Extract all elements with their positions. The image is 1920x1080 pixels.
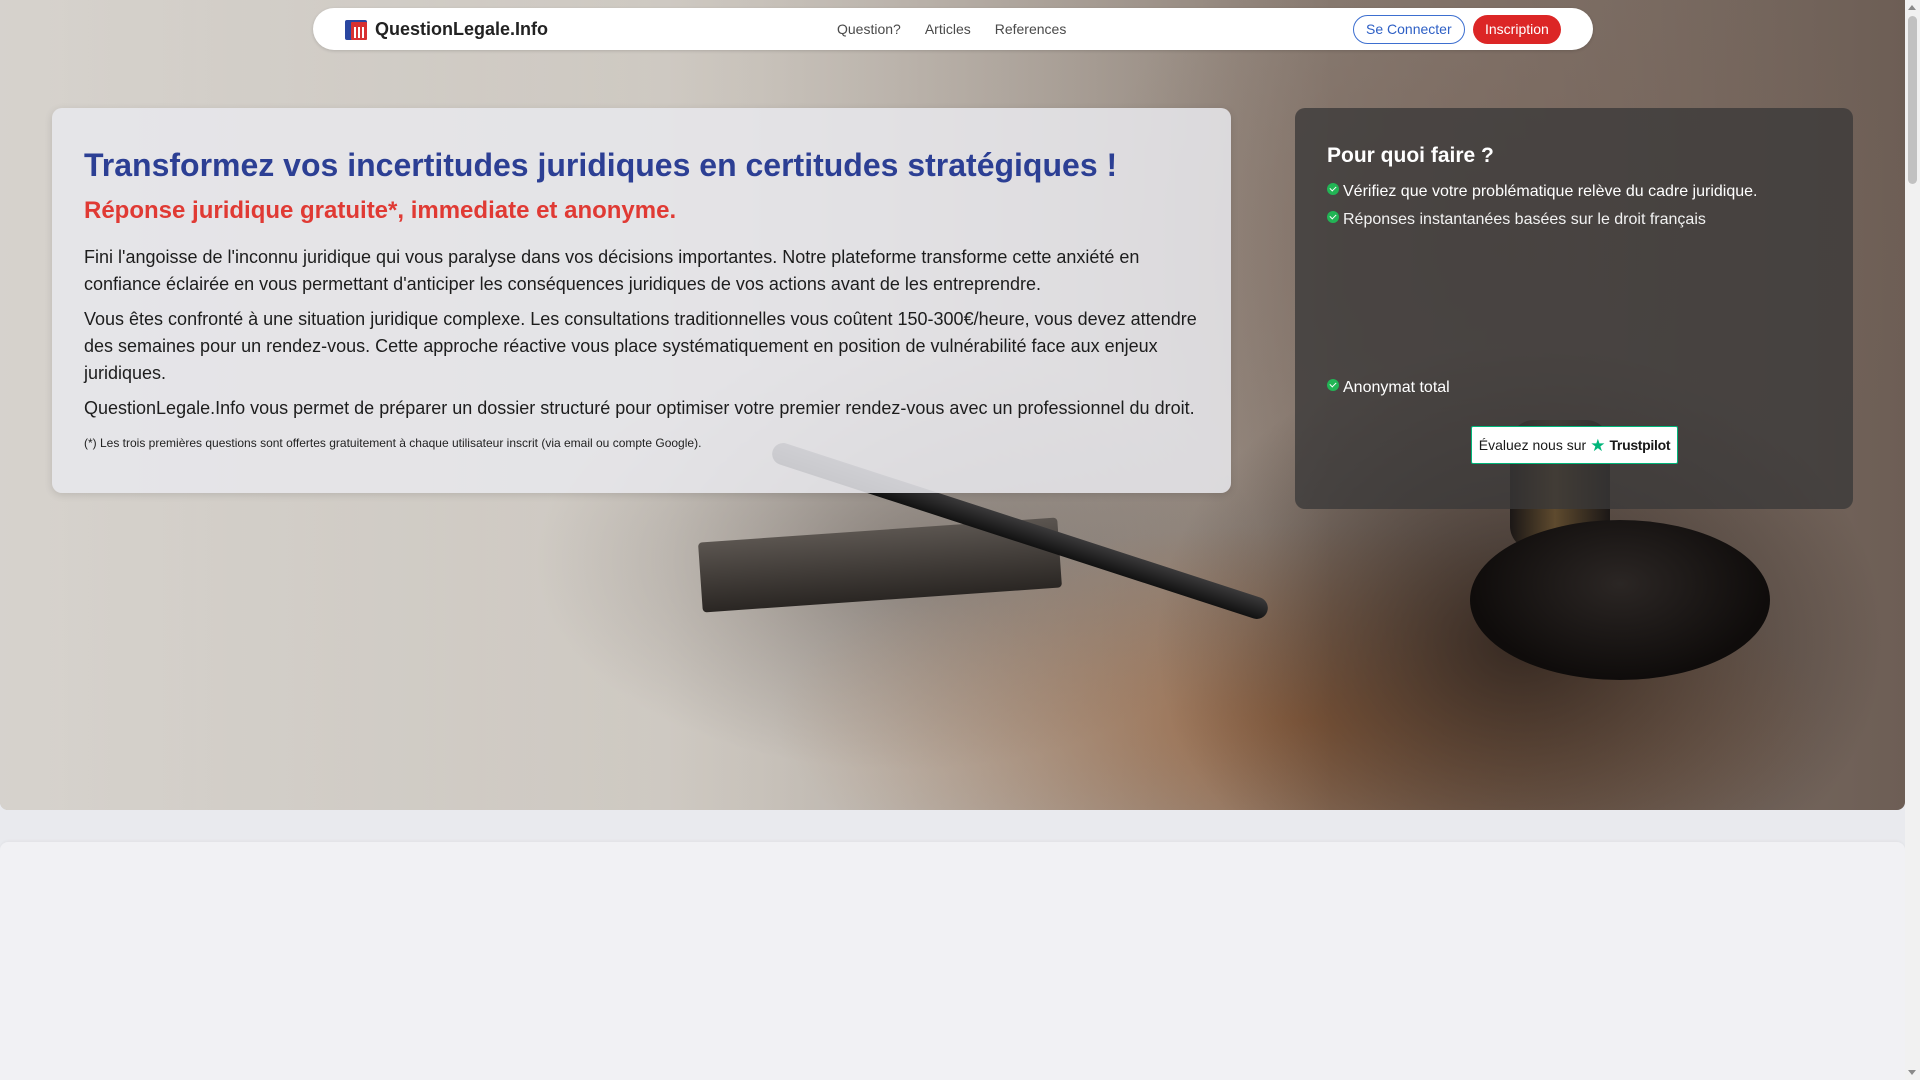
why-item-label: Vérifiez que votre problématique relève …: [1343, 183, 1758, 200]
scroll-up-arrow-icon[interactable]: [1908, 5, 1916, 10]
check-circle-icon: [1327, 379, 1339, 391]
nav-link-references[interactable]: References: [995, 21, 1067, 37]
intro-paragraph-2: Vous êtes confronté à une situation juri…: [84, 309, 1197, 383]
why-item: Anonymat total: [1327, 378, 1821, 398]
check-circle-icon: [1327, 183, 1339, 195]
brand-logo-link[interactable]: QuestionLegale.Info: [345, 18, 548, 40]
lower-section: [0, 842, 1905, 1080]
intro-paragraph-3: QuestionLegale.Info vous permet de prépa…: [84, 398, 1195, 418]
trustpilot-prefix: Évaluez nous sur: [1478, 437, 1587, 453]
login-button[interactable]: Se Connecter: [1353, 15, 1465, 44]
scroll-thumb[interactable]: [1908, 16, 1917, 184]
nav-links: Question? Articles References: [837, 21, 1066, 37]
why-item-label: Réponses instantanées basées sur le droi…: [1343, 211, 1706, 228]
why-title: Pour quoi faire ?: [1327, 144, 1494, 167]
nav-link-question[interactable]: Question?: [837, 21, 901, 37]
why-item: Réponses instantanées basées sur le droi…: [1327, 210, 1821, 230]
signup-button[interactable]: Inscription: [1473, 15, 1561, 44]
footnote: (*) Les trois premières questions sont o…: [84, 436, 702, 450]
trustpilot-review-button[interactable]: Évaluez nous sur ★ Trustpilot: [1471, 426, 1678, 464]
page-title: Transformez vos incertitudes juridiques …: [84, 147, 1118, 183]
trustpilot-brand: Trustpilot: [1609, 437, 1671, 453]
scroll-down-arrow-icon[interactable]: [1908, 1070, 1916, 1075]
why-card: Pour quoi faire ? Vérifiez que votre pro…: [1295, 108, 1853, 509]
why-item: Vérifiez que votre problématique relève …: [1327, 182, 1821, 202]
check-circle-icon: [1327, 211, 1339, 223]
page-subtitle: Réponse juridique gratuite*, immediate e…: [84, 197, 677, 224]
nav-link-articles[interactable]: Articles: [925, 21, 971, 37]
why-item-label: Anonymat total: [1343, 379, 1450, 396]
navbar: QuestionLegale.Info Question? Articles R…: [313, 8, 1593, 50]
building-logo-icon: [345, 18, 367, 40]
trustpilot-star-icon: ★: [1590, 435, 1606, 455]
background-gavel-block: [1470, 520, 1770, 680]
brand-name: QuestionLegale.Info: [375, 18, 549, 39]
page-scrollbar[interactable]: [1905, 0, 1920, 1080]
intro-card: Transformez vos incertitudes juridiques …: [52, 108, 1231, 493]
intro-paragraph-1: Fini l'angoisse de l'inconnu juridique q…: [84, 247, 1140, 294]
